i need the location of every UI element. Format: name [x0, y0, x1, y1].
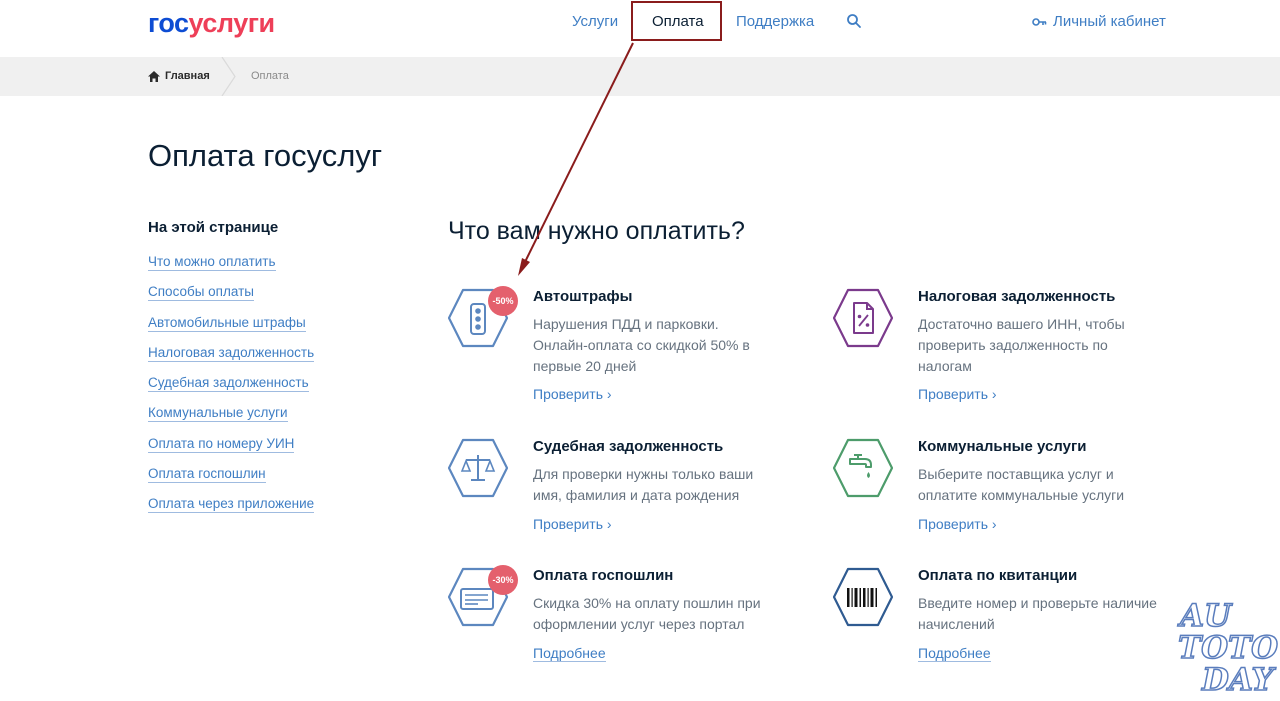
- section-title: Что вам нужно оплатить?: [448, 217, 745, 245]
- watermark-line1: AU: [1179, 597, 1232, 635]
- toc-link-state-duties[interactable]: Оплата госпошлин: [148, 466, 266, 484]
- card-description: Введите номер и проверьте наличие начисл…: [918, 595, 1157, 632]
- key-icon: [1032, 17, 1047, 26]
- toc-item: Оплата госпошлин: [148, 465, 314, 495]
- personal-cabinet-link[interactable]: Личный кабинет: [1032, 13, 1166, 30]
- card-tax-debt: Налоговая задолженность Достаточно вашег…: [833, 288, 1193, 406]
- toc-item: Способы оплаты: [148, 283, 314, 313]
- toc-item: Налоговая задолженность: [148, 344, 315, 374]
- card-title: Судебная задолженность: [533, 438, 724, 455]
- breadcrumb-current: Оплата: [251, 70, 289, 82]
- card-state-duties: -30% Оплата госпошлин Скидка 30% на опла…: [448, 565, 808, 663]
- logo-text-part2: услуги: [188, 8, 276, 38]
- breadcrumb-home-label: Главная: [165, 70, 210, 82]
- discount-badge: -30%: [488, 565, 518, 595]
- toc-item: Коммунальные услуги: [148, 404, 314, 434]
- card-title: Налоговая задолженность: [918, 288, 1116, 305]
- toc-link-utilities[interactable]: Коммунальные услуги: [148, 405, 288, 423]
- check-link[interactable]: Проверить ›: [918, 516, 997, 532]
- watermark-line2a: TO: [1177, 629, 1229, 667]
- home-icon: [148, 70, 160, 82]
- tax-document-icon: [833, 288, 893, 348]
- toc-link-tax-debt[interactable]: Налоговая задолженность: [148, 344, 315, 362]
- card-utilities: Коммунальные услуги Выберите поставщика …: [833, 438, 1193, 534]
- card-court-debt: Судебная задолженность Для проверки нужн…: [448, 438, 808, 534]
- more-link[interactable]: Подробнее: [918, 645, 991, 662]
- card-description: Выберите поставщика услуг и оплатите ком…: [918, 466, 1125, 503]
- toc-link-car-fines[interactable]: Автомобильные штрафы: [148, 314, 306, 332]
- card-description: Для проверки нужны только ваши имя, фами…: [533, 466, 754, 503]
- toc-link-app-payment[interactable]: Оплата через приложение: [148, 496, 315, 514]
- toc-item: Оплата через приложение: [148, 495, 315, 525]
- card-car-fines: -50% Автоштрафы Нарушения ПДД и парковки…: [448, 286, 808, 406]
- water-tap-icon: [833, 438, 893, 498]
- breadcrumb-separator-icon: [221, 57, 236, 96]
- barcode-icon: [833, 567, 893, 627]
- toc-item: Оплата по номеру УИН: [148, 435, 314, 465]
- search-icon[interactable]: [846, 13, 862, 29]
- toc-link-what-to-pay[interactable]: Что можно оплатить: [148, 254, 276, 271]
- breadcrumb-home[interactable]: Главная: [148, 70, 210, 82]
- card-description: Скидка 30% на оплату пошлин при оформлен…: [533, 595, 761, 632]
- nav-support-link[interactable]: Поддержка: [736, 13, 814, 30]
- scales-icon: [448, 438, 508, 498]
- autotoday-watermark-logo: AU TO TO DAY: [1172, 597, 1280, 699]
- toc-item: Автомобильные штрафы: [148, 314, 314, 344]
- check-link[interactable]: Проверить ›: [533, 516, 612, 532]
- watermark-line3: DAY: [1201, 661, 1274, 699]
- logo-text-part1: гос: [148, 8, 189, 38]
- page-title: Оплата госуслуг: [148, 138, 383, 173]
- card-description: Нарушения ПДД и парковки. Онлайн-оплата …: [533, 316, 750, 374]
- toc-item: Судебная задолженность: [148, 374, 314, 404]
- watermark-line2b: TO: [1227, 629, 1279, 667]
- toc-title: На этой странице: [148, 219, 279, 236]
- top-header: госуслуги Услуги Оплата Поддержка Личный…: [0, 0, 1280, 57]
- toc-item: Что можно оплатить: [148, 253, 314, 283]
- card-description: Достаточно вашего ИНН, чтобы проверить з…: [918, 316, 1125, 374]
- gosuslugi-logo[interactable]: госуслуги: [148, 8, 275, 39]
- toc-link-payment-methods[interactable]: Способы оплаты: [148, 284, 254, 302]
- card-title: Оплата по квитанции: [918, 567, 1078, 584]
- toc-link-court-debt[interactable]: Судебная задолженность: [148, 375, 309, 393]
- card-title: Автоштрафы: [533, 288, 633, 305]
- nav-payment-link[interactable]: Оплата: [652, 13, 704, 30]
- check-link[interactable]: Проверить ›: [918, 386, 997, 402]
- check-link[interactable]: Проверить ›: [533, 386, 612, 402]
- card-title: Оплата госпошлин: [533, 567, 674, 584]
- card-title: Коммунальные услуги: [918, 438, 1087, 455]
- breadcrumb: Главная Оплата: [0, 57, 1280, 96]
- toc-link-uin-payment[interactable]: Оплата по номеру УИН: [148, 435, 295, 453]
- more-link[interactable]: Подробнее: [533, 645, 606, 662]
- personal-cabinet-label: Личный кабинет: [1053, 13, 1166, 30]
- toc-list: Что можно оплатить Способы оплаты Автомо…: [148, 253, 315, 526]
- card-receipt-payment: Оплата по квитанции Введите номер и пров…: [833, 567, 1193, 663]
- nav-services-link[interactable]: Услуги: [572, 13, 618, 30]
- discount-badge: -50%: [488, 286, 518, 316]
